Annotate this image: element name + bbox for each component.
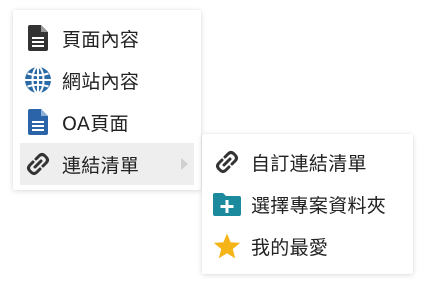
- menu-item-oa-page[interactable]: OA頁面: [13, 101, 201, 143]
- document-icon: [24, 24, 52, 52]
- link-icon: [24, 150, 52, 178]
- menu-item-favorites[interactable]: 我的最愛: [202, 225, 413, 267]
- menu-item-custom-link-list[interactable]: 自訂連結清單: [202, 141, 413, 183]
- blue-document-icon: [24, 108, 52, 136]
- menu-item-label: 頁面內容: [62, 28, 140, 51]
- menu-item-site-content[interactable]: 網站內容: [13, 59, 201, 101]
- menu-item-label: 網站內容: [62, 70, 140, 93]
- menu-item-label: 連結清單: [62, 154, 140, 177]
- menu-item-link-list[interactable]: 連結清單: [20, 143, 194, 185]
- globe-icon: [24, 66, 52, 94]
- context-menu: 頁面內容 網站內容 OA頁面 連結清單: [13, 10, 201, 190]
- menu-item-label: 選擇專案資料夾: [251, 194, 387, 217]
- link-icon: [213, 148, 241, 176]
- submenu: 自訂連結清單 選擇專案資料夾 我的最愛: [202, 134, 413, 274]
- menu-item-label: 自訂連結清單: [251, 152, 367, 175]
- menu-item-page-content[interactable]: 頁面內容: [13, 17, 201, 59]
- menu-item-label: OA頁面: [62, 112, 129, 135]
- menu-item-label: 我的最愛: [251, 236, 329, 259]
- folder-plus-icon: [213, 190, 241, 218]
- chevron-right-icon: [181, 158, 188, 170]
- star-icon: [213, 232, 241, 260]
- menu-item-select-project-folder[interactable]: 選擇專案資料夾: [202, 183, 413, 225]
